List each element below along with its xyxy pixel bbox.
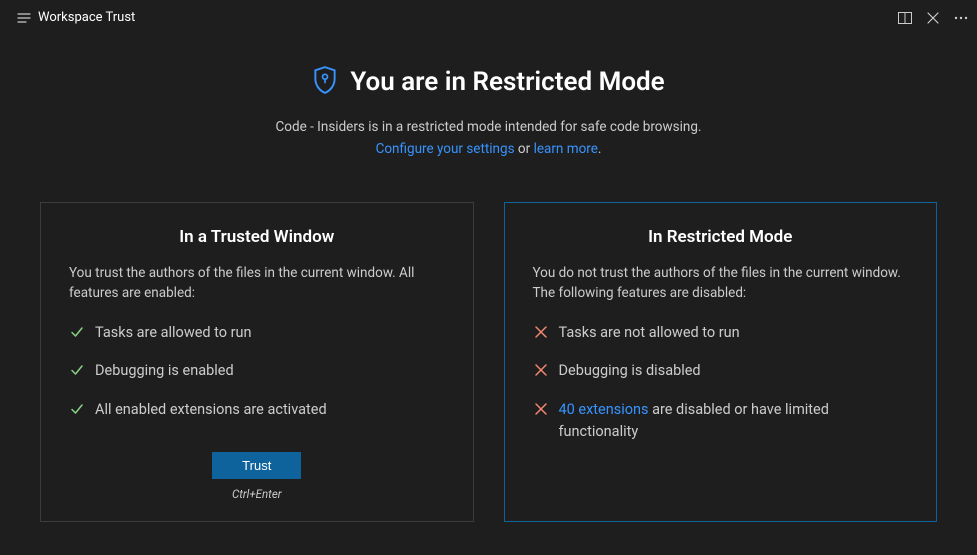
shortcut-hint: Ctrl+Enter: [69, 487, 445, 501]
more-icon[interactable]: [953, 10, 969, 26]
configure-settings-link[interactable]: Configure your settings: [376, 141, 515, 157]
restricted-panel-title: In Restricted Mode: [533, 227, 909, 247]
or-text: or: [515, 141, 534, 157]
trusted-panel: In a Trusted Window You trust the author…: [40, 202, 474, 522]
restricted-panel-description: You do not trust the authors of the file…: [533, 263, 909, 304]
list-item: Debugging is enabled: [69, 360, 445, 385]
header-title-row: You are in Restricted Mode: [40, 65, 937, 99]
trusted-panel-description: You trust the authors of the files in th…: [69, 263, 445, 304]
check-icon: [69, 401, 85, 424]
split-editor-icon[interactable]: [897, 10, 913, 26]
page-title: You are in Restricted Mode: [350, 67, 664, 97]
learn-more-link[interactable]: learn more: [534, 141, 598, 157]
feature-text: Tasks are not allowed to run: [559, 322, 740, 344]
tab-label: Workspace Trust: [38, 10, 135, 25]
period: .: [598, 141, 602, 157]
check-icon: [69, 362, 85, 385]
feature-text: All enabled extensions are activated: [95, 399, 327, 421]
header-description: Code - Insiders is in a restricted mode …: [40, 117, 937, 160]
list-item: Debugging is disabled: [533, 360, 909, 385]
restricted-feature-list: Tasks are not allowed to run Debugging i…: [533, 322, 909, 443]
content: You are in Restricted Mode Code - Inside…: [0, 35, 977, 522]
header: You are in Restricted Mode Code - Inside…: [40, 65, 937, 160]
list-icon: [16, 10, 32, 26]
list-item: 40 extensions are disabled or have limit…: [533, 399, 909, 443]
description-text: Code - Insiders is in a restricted mode …: [276, 119, 702, 135]
check-icon: [69, 324, 85, 347]
restricted-panel: In Restricted Mode You do not trust the …: [504, 202, 938, 522]
extensions-link[interactable]: 40 extensions: [559, 401, 649, 418]
close-icon[interactable]: [925, 10, 941, 26]
trusted-panel-footer: Trust Ctrl+Enter: [69, 432, 445, 501]
feature-text: Debugging is enabled: [95, 360, 234, 382]
panels: In a Trusted Window You trust the author…: [40, 202, 937, 522]
feature-text: 40 extensions are disabled or have limit…: [559, 399, 909, 443]
x-icon: [533, 401, 549, 424]
tab-workspace-trust[interactable]: Workspace Trust: [8, 0, 143, 35]
trust-button[interactable]: Trust: [212, 452, 301, 479]
trusted-feature-list: Tasks are allowed to run Debugging is en…: [69, 322, 445, 424]
list-item: Tasks are allowed to run: [69, 322, 445, 347]
tab-actions: [897, 10, 969, 26]
feature-text: Tasks are allowed to run: [95, 322, 252, 344]
tab-bar: Workspace Trust: [0, 0, 977, 35]
list-item: Tasks are not allowed to run: [533, 322, 909, 347]
list-item: All enabled extensions are activated: [69, 399, 445, 424]
x-icon: [533, 362, 549, 385]
x-icon: [533, 324, 549, 347]
trusted-panel-title: In a Trusted Window: [69, 227, 445, 247]
feature-text: Debugging is disabled: [559, 360, 701, 382]
shield-icon: [312, 65, 338, 99]
